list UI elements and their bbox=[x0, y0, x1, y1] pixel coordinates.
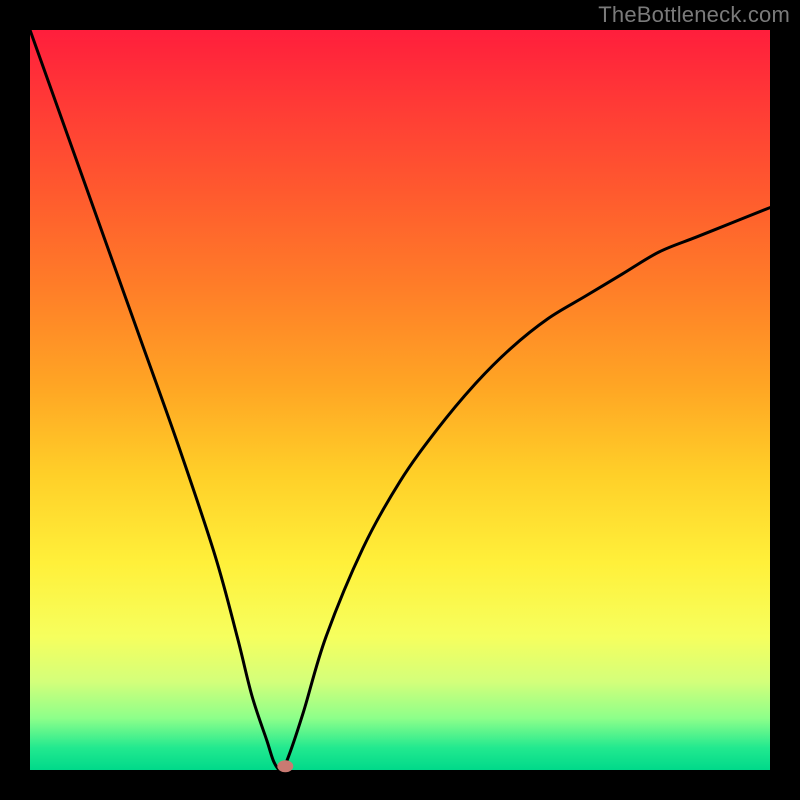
chart-frame: TheBottleneck.com bbox=[0, 0, 800, 800]
optimal-point-marker bbox=[277, 760, 293, 772]
attribution-text: TheBottleneck.com bbox=[598, 2, 790, 28]
bottleneck-chart bbox=[0, 0, 800, 800]
plot-background bbox=[30, 30, 770, 770]
